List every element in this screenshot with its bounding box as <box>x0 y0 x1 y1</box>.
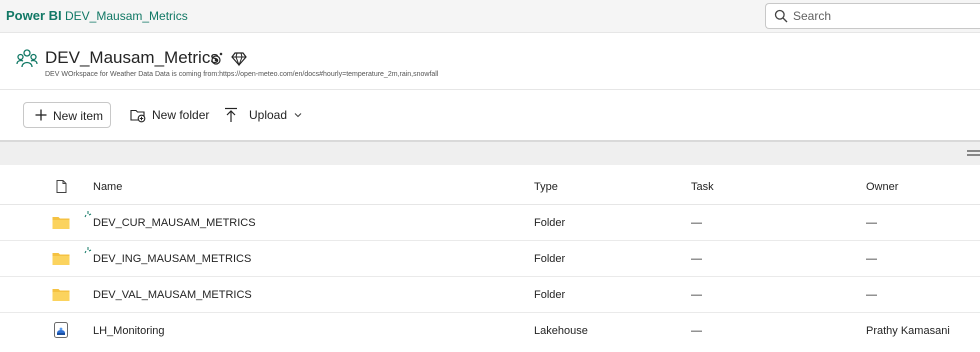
new-item-label: New item <box>53 109 104 123</box>
item-task: — <box>691 217 702 229</box>
table-row[interactable]: DEV_ING_MAUSAM_METRICS Folder — — <box>0 241 980 277</box>
column-header-task[interactable]: Task <box>691 181 714 193</box>
item-owner[interactable]: Prathy Kamasani <box>866 325 950 337</box>
table-row[interactable]: LH_Monitoring Lakehouse — Prathy Kamasan… <box>0 313 980 349</box>
item-task: — <box>691 253 702 265</box>
workspace-header: DEV_Mausam_Metrics DEV WOrkspace for Wea… <box>0 33 980 90</box>
folder-icon <box>52 253 70 265</box>
new-item-button[interactable]: New item <box>23 102 111 128</box>
chevron-down-icon[interactable] <box>294 111 302 119</box>
column-header-owner[interactable]: Owner <box>866 181 898 193</box>
item-owner: — <box>866 289 877 301</box>
new-folder-label: New folder <box>152 108 210 122</box>
table-row[interactable]: DEV_VAL_MAUSAM_METRICS Folder — — <box>0 277 980 313</box>
breadcrumb-workspace[interactable]: DEV_Mausam_Metrics <box>65 9 188 23</box>
item-type: Folder <box>534 217 566 229</box>
item-name[interactable]: LH_Monitoring <box>93 325 165 337</box>
folder-icon <box>52 217 70 229</box>
sync-status-icon <box>84 247 92 254</box>
toolbar: New item New folder Upload <box>0 90 980 140</box>
plus-icon <box>35 109 47 121</box>
section-divider <box>0 140 980 165</box>
page-title: DEV_Mausam_Metrics <box>45 48 219 67</box>
workspace-settings-icon[interactable] <box>209 51 225 67</box>
top-bar: Power BI DEV_Mausam_Metrics Search <box>0 0 980 33</box>
lakehouse-icon <box>54 322 68 338</box>
sync-status-icon <box>84 211 92 218</box>
search-placeholder: Search <box>793 9 832 23</box>
item-task: — <box>691 325 702 337</box>
upload-icon <box>225 107 237 122</box>
app-brand[interactable]: Power BI <box>6 8 62 23</box>
upload-label: Upload <box>249 108 288 122</box>
item-owner: — <box>866 217 877 229</box>
search-icon <box>774 9 788 23</box>
workspace-icon <box>16 49 38 68</box>
item-task: — <box>691 289 702 301</box>
folder-icon <box>52 289 70 301</box>
item-type: Lakehouse <box>534 325 588 337</box>
table-row[interactable]: DEV_CUR_MAUSAM_METRICS Folder — — <box>0 205 980 241</box>
item-name[interactable]: DEV_VAL_MAUSAM_METRICS <box>93 289 252 301</box>
search-box[interactable]: Search <box>765 3 980 29</box>
item-owner: — <box>866 253 877 265</box>
item-name[interactable]: DEV_ING_MAUSAM_METRICS <box>93 253 251 265</box>
premium-diamond-icon[interactable] <box>231 51 247 67</box>
column-header-type[interactable]: Type <box>534 181 558 193</box>
item-name[interactable]: DEV_CUR_MAUSAM_METRICS <box>93 217 256 229</box>
workspace-description: DEV WOrkspace for Weather Data Data is c… <box>45 71 439 78</box>
item-type: Folder <box>534 289 566 301</box>
upload-button[interactable]: Upload <box>224 107 314 125</box>
folder-add-icon <box>130 109 146 123</box>
menu-icon[interactable] <box>967 149 980 157</box>
item-type: Folder <box>534 253 566 265</box>
document-icon <box>56 180 67 193</box>
column-header-name[interactable]: Name <box>93 181 122 193</box>
table-header: Name Type Task Owner <box>0 165 980 205</box>
